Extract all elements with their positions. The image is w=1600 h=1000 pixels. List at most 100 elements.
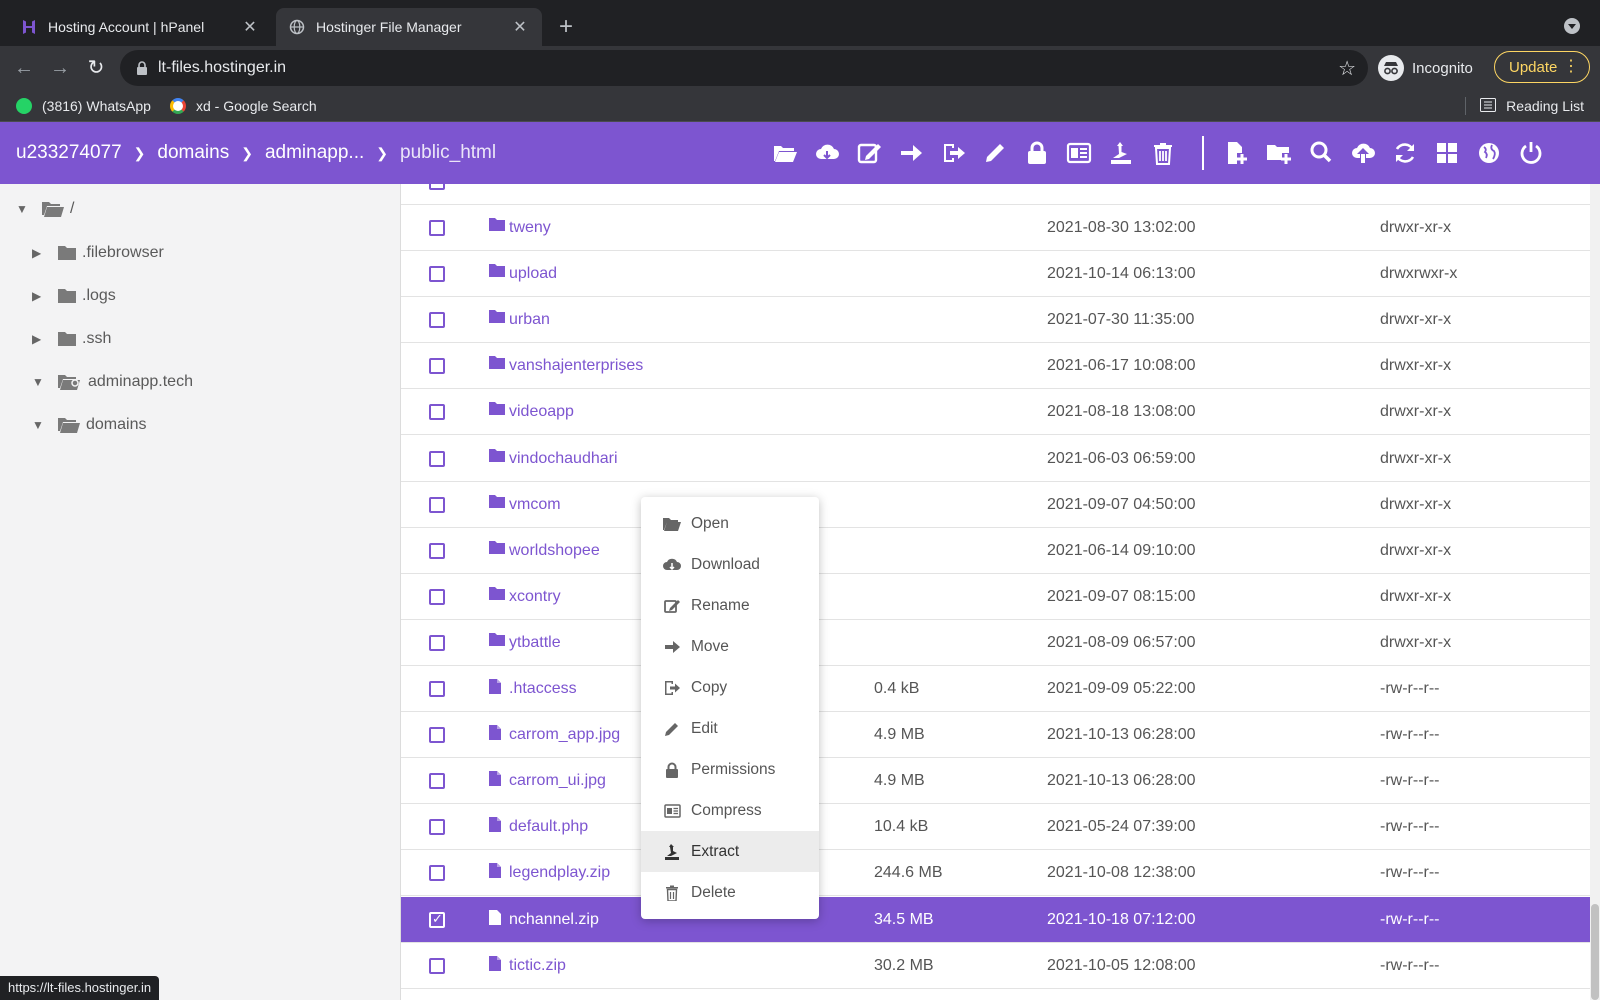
bookmark-google[interactable]: xd - Google Search [170,95,317,117]
file-name[interactable]: tictic.zip [509,957,566,975]
row-checkbox[interactable] [429,404,445,421]
file-name[interactable]: legendplay.zip [509,864,610,882]
file-name[interactable]: tweny [509,219,551,237]
compress-icon[interactable] [1064,138,1094,168]
extract-icon[interactable] [1106,138,1136,168]
file-name[interactable]: xcontry [509,588,561,606]
edit-icon[interactable] [980,138,1010,168]
file-name[interactable]: urban [509,311,550,329]
tree-item-ssh[interactable]: ▶ .ssh [32,324,111,354]
tree-item-domains[interactable]: ▼ domains [32,410,146,440]
row-checkbox[interactable] [429,184,445,190]
close-icon[interactable]: ✕ [240,17,260,37]
copy-icon[interactable] [938,138,968,168]
file-name[interactable]: videoapp [509,403,574,421]
breadcrumb-item[interactable]: adminapp... [265,142,364,164]
file-name[interactable]: vanshajenterprises [509,357,643,375]
move-icon[interactable] [896,138,926,168]
table-row[interactable]: upload 2021-10-14 06:13:00 drwxrwxr-x [401,251,1590,298]
context-menu-item-compress[interactable]: Compress [641,790,819,831]
context-menu-item-rename[interactable]: Rename [641,585,819,626]
context-menu-item-copy[interactable]: Copy [641,667,819,708]
context-menu-item-download[interactable]: Download [641,544,819,585]
row-checkbox[interactable] [429,727,445,744]
table-row[interactable]: default.php 10.4 kB 2021-05-24 07:39:00 -rw… [401,804,1590,851]
file-name[interactable]: ytbattle [509,634,561,652]
grid-view-icon[interactable] [1432,138,1462,168]
file-name[interactable]: worldshopee [509,542,600,560]
tree-item-logs[interactable]: ▶ .logs [32,281,116,311]
refresh-icon[interactable] [1390,138,1420,168]
address-bar[interactable]: lt-files.hostinger.in ☆ [120,50,1368,86]
tab-search-icon[interactable] [1564,18,1580,34]
table-row[interactable]: xcontry 2021-09-07 08:15:00 drwxr-xr-x [401,573,1590,620]
context-menu-item-extract[interactable]: Extract [641,831,819,872]
search-icon[interactable] [1306,138,1336,168]
table-row[interactable]: worldshopee 2021-06-14 09:10:00 drwxr-xr-x [401,527,1590,574]
context-menu-item-move[interactable]: Move [641,626,819,667]
chevron-right-icon[interactable]: ▶ [32,289,48,303]
rename-icon[interactable] [854,138,884,168]
row-checkbox[interactable] [429,312,445,329]
chevron-right-icon[interactable]: ▶ [32,332,48,346]
context-menu-item-edit[interactable]: Edit [641,708,819,749]
table-row[interactable]: tictic.zip 30.2 MB 2021-10-05 12:08:00 -rw-… [401,942,1590,989]
bookmark-whatsapp[interactable]: (3816) WhatsApp [16,95,151,117]
table-row[interactable]: carrom_ui.jpg 4.9 MB 2021-10-13 06:28:00 -r… [401,758,1590,805]
row-checkbox[interactable] [429,450,445,467]
open-icon[interactable] [770,138,800,168]
new-file-icon[interactable] [1222,138,1252,168]
new-folder-icon[interactable] [1264,138,1294,168]
globe-icon[interactable] [1474,138,1504,168]
incognito-indicator[interactable]: Incognito [1378,50,1473,86]
update-button[interactable]: Update ⋮ [1494,51,1590,83]
permissions-icon[interactable] [1022,138,1052,168]
delete-icon[interactable] [1148,138,1178,168]
table-row[interactable]: vmcom 2021-09-07 04:50:00 drwxr-xr-x [401,481,1590,528]
table-row[interactable]: .htaccess 0.4 kB 2021-09-09 05:22:00 -rw-r-… [401,666,1590,712]
table-row[interactable]: videoapp 2021-08-18 13:08:00 drwxr-xr-x [401,389,1590,436]
tree-item-root[interactable]: ▼ / [16,194,74,224]
row-checkbox[interactable] [429,865,445,882]
file-name[interactable]: upload [509,265,557,283]
row-checkbox[interactable] [429,588,445,605]
table-row[interactable]: carrom_app.jpg 4.9 MB 2021-10-13 06:28:00 -… [401,712,1590,759]
tree-item-filebrowser[interactable]: ▶ .filebrowser [32,238,164,268]
table-row[interactable] [401,184,1590,205]
row-checkbox[interactable] [429,496,445,513]
file-name[interactable]: vmcom [509,496,561,514]
chevron-down-icon[interactable]: ▼ [16,202,32,216]
reading-list-button[interactable]: Reading List [1465,95,1584,117]
row-checkbox[interactable] [429,681,445,697]
tab-hpanel[interactable]: Hosting Account | hPanel ✕ [8,8,272,46]
file-name[interactable]: vindochaudhari [509,450,618,468]
table-row[interactable]: tweny 2021-08-30 13:02:00 drwxr-xr-x [401,205,1590,251]
chevron-right-icon[interactable]: ▶ [32,246,48,260]
download-icon[interactable] [812,138,842,168]
forward-icon[interactable]: → [48,56,72,80]
more-icon[interactable]: ⋮ [1563,56,1579,76]
new-tab-button[interactable]: + [554,12,578,42]
tree-item-adminapp[interactable]: ▼ adminapp.tech [32,367,193,397]
table-row[interactable]: urban 2021-07-30 11:35:00 drwxr-xr-x [401,297,1590,344]
upload-icon[interactable] [1348,138,1378,168]
row-checkbox[interactable] [429,634,445,651]
context-menu-item-open[interactable]: Open [641,503,819,544]
breadcrumb-item[interactable]: domains [157,142,229,164]
row-checkbox[interactable] [429,773,445,790]
bookmark-star-icon[interactable]: ☆ [1338,56,1356,81]
row-checkbox[interactable] [429,542,445,559]
table-row[interactable]: vindochaudhari 2021-06-03 06:59:00 drwxr-x… [401,435,1590,482]
scrollbar[interactable] [1590,184,1600,1000]
chevron-down-icon[interactable]: ▼ [32,418,48,432]
logout-icon[interactable] [1516,138,1546,168]
table-row[interactable]: legendplay.zip 244.6 MB 2021-10-08 12:38:0… [401,850,1590,897]
scrollbar-thumb[interactable] [1591,904,1599,1000]
file-name[interactable]: .htaccess [509,680,577,698]
row-checkbox[interactable] [429,911,445,928]
breadcrumb-item[interactable]: u233274077 [16,142,122,164]
row-checkbox[interactable] [429,957,445,974]
file-name[interactable]: default.php [509,818,588,836]
context-menu-item-permissions[interactable]: Permissions [641,749,819,790]
back-icon[interactable]: ← [12,56,36,80]
